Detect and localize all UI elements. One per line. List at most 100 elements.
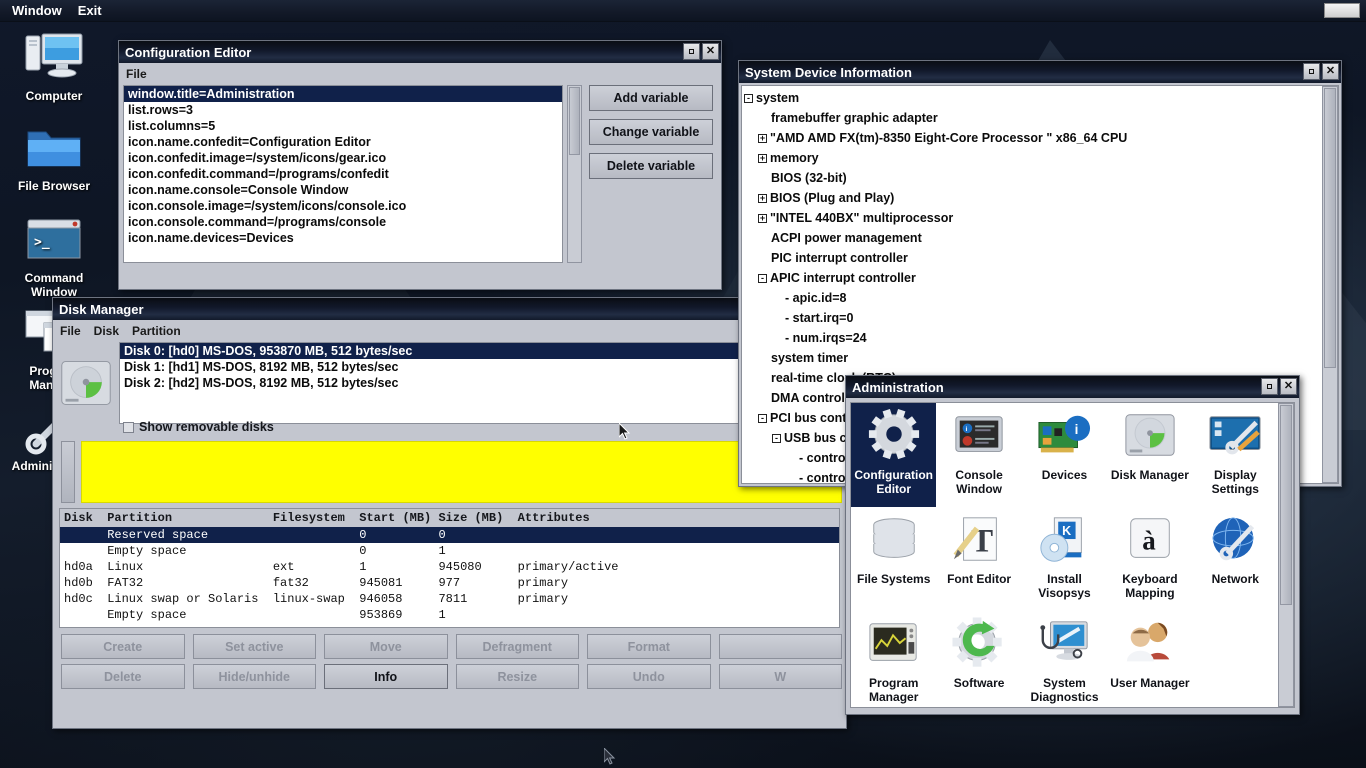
add-variable-button[interactable]: Add variable bbox=[589, 85, 713, 111]
admin-icon-disk-manager[interactable]: Disk Manager bbox=[1107, 403, 1192, 507]
list-item[interactable]: list.rows=3 bbox=[124, 102, 562, 118]
device-tree-row[interactable]: ACPI power management bbox=[744, 228, 1321, 248]
admin-icon-network[interactable]: Network bbox=[1193, 507, 1278, 611]
device-tree-row[interactable]: BIOS (32-bit) bbox=[744, 168, 1321, 188]
defragment-button[interactable]: Defragment bbox=[455, 634, 579, 659]
minimize-button[interactable] bbox=[1303, 63, 1320, 80]
admin-icon-keyboard-mapping[interactable]: à Keyboard Mapping bbox=[1107, 507, 1192, 611]
list-item[interactable]: icon.confedit.image=/system/icons/gear.i… bbox=[124, 150, 562, 166]
expand-toggle-icon[interactable]: + bbox=[758, 213, 767, 223]
create-button[interactable]: Create bbox=[61, 634, 185, 659]
table-row[interactable]: hd0c Linux swap or Solaris linux-swap 94… bbox=[60, 591, 839, 607]
system-device-information-titlebar[interactable]: System Device Information ✕ bbox=[739, 61, 1341, 83]
list-item[interactable]: Disk 2: [hd2] MS-DOS, 8192 MB, 512 bytes… bbox=[120, 375, 841, 391]
collapse-toggle-icon[interactable]: - bbox=[744, 93, 753, 103]
scrollbar-thumb[interactable] bbox=[1324, 88, 1336, 368]
info-button[interactable]: Info bbox=[324, 664, 448, 689]
table-row[interactable]: hd0a Linux ext 1 945080 primary/active bbox=[60, 559, 839, 575]
device-tree-scrollbar[interactable] bbox=[1322, 86, 1338, 483]
list-item[interactable]: icon.console.command=/programs/console bbox=[124, 214, 562, 230]
extra-button-1[interactable] bbox=[718, 634, 842, 659]
administration-titlebar[interactable]: Administration ✕ bbox=[846, 376, 1299, 398]
device-tree-row[interactable]: - APIC interrupt controller bbox=[744, 268, 1321, 288]
table-row[interactable]: Empty space 953869 1 bbox=[60, 607, 839, 623]
variable-list[interactable]: window.title=Administration list.rows=3 … bbox=[123, 85, 563, 263]
desktop-icon-command-window[interactable]: >_ Command Window bbox=[6, 212, 102, 299]
expand-toggle-icon[interactable]: + bbox=[758, 193, 767, 203]
collapse-toggle-icon[interactable]: - bbox=[758, 273, 767, 283]
device-tree-row[interactable]: + "INTEL 440BX" multiprocessor bbox=[744, 208, 1321, 228]
device-tree-row[interactable]: + "AMD AMD FX(tm)-8350 Eight-Core Process… bbox=[744, 128, 1321, 148]
scrollbar-thumb[interactable] bbox=[1280, 405, 1292, 605]
format-button[interactable]: Format bbox=[587, 634, 711, 659]
admin-icon-configuration-editor[interactable]: Configuration Editor bbox=[851, 403, 937, 507]
list-item[interactable]: Disk 0: [hd0] MS-DOS, 953870 MB, 512 byt… bbox=[120, 343, 841, 359]
device-tree-row[interactable]: framebuffer graphic adapter bbox=[744, 108, 1321, 128]
partition-graph-reserved[interactable] bbox=[61, 441, 75, 503]
write-button[interactable]: W bbox=[718, 664, 842, 689]
minimize-button[interactable] bbox=[683, 43, 700, 60]
configuration-editor-titlebar[interactable]: Configuration Editor ✕ bbox=[119, 41, 721, 63]
checkbox-box[interactable] bbox=[123, 421, 134, 433]
menu-partition[interactable]: Partition bbox=[132, 324, 181, 338]
table-row[interactable]: Empty space 0 1 bbox=[60, 543, 839, 559]
show-removable-disks-checkbox[interactable]: Show removable disks bbox=[123, 420, 274, 434]
menu-window[interactable]: Window bbox=[4, 3, 70, 18]
list-item[interactable]: Disk 1: [hd1] MS-DOS, 8192 MB, 512 bytes… bbox=[120, 359, 841, 375]
variable-list-scrollbar[interactable] bbox=[567, 85, 582, 263]
admin-icon-install-visopsys[interactable]: K Install Visopsys bbox=[1022, 507, 1107, 611]
partition-graph-bar[interactable] bbox=[81, 441, 842, 503]
table-row[interactable]: hd0b FAT32 fat32 945081 977 primary bbox=[60, 575, 839, 591]
set-active-button[interactable]: Set active bbox=[192, 634, 316, 659]
list-item[interactable]: icon.name.console=Console Window bbox=[124, 182, 562, 198]
device-tree-row[interactable]: PIC interrupt controller bbox=[744, 248, 1321, 268]
list-item[interactable]: list.columns=5 bbox=[124, 118, 562, 134]
list-item[interactable]: icon.name.confedit=Configuration Editor bbox=[124, 134, 562, 150]
admin-icon-console-window[interactable]: i Console Window bbox=[936, 403, 1021, 507]
table-row[interactable]: Reserved space 0 0 bbox=[60, 527, 839, 543]
taskbar-tile[interactable] bbox=[1324, 3, 1360, 18]
admin-icon-system-diagnostics[interactable]: System Diagnostics bbox=[1022, 611, 1107, 707]
device-tree-row[interactable]: - start.irq=0 bbox=[744, 308, 1321, 328]
device-tree-row[interactable]: + memory bbox=[744, 148, 1321, 168]
minimize-button[interactable] bbox=[1261, 378, 1278, 395]
close-button[interactable]: ✕ bbox=[1322, 63, 1339, 80]
disk-manager-titlebar[interactable]: Disk Manager bbox=[53, 298, 846, 320]
desktop-icon-file-browser[interactable]: File Browser bbox=[6, 120, 102, 193]
list-item[interactable]: icon.confedit.command=/programs/confedit bbox=[124, 166, 562, 182]
admin-icon-file-systems[interactable]: File Systems bbox=[851, 507, 936, 611]
menu-exit[interactable]: Exit bbox=[70, 3, 110, 18]
device-tree-row[interactable]: - apic.id=8 bbox=[744, 288, 1321, 308]
close-button[interactable]: ✕ bbox=[1280, 378, 1297, 395]
scrollbar-thumb[interactable] bbox=[569, 87, 580, 155]
device-tree-row[interactable]: - num.irqs=24 bbox=[744, 328, 1321, 348]
menu-file[interactable]: File bbox=[126, 67, 147, 81]
resize-button[interactable]: Resize bbox=[455, 664, 579, 689]
delete-variable-button[interactable]: Delete variable bbox=[589, 153, 713, 179]
disk-list[interactable]: Disk 0: [hd0] MS-DOS, 953870 MB, 512 byt… bbox=[119, 342, 842, 424]
menu-file[interactable]: File bbox=[60, 324, 81, 338]
admin-icon-devices[interactable]: i Devices bbox=[1022, 403, 1107, 507]
desktop-icon-computer[interactable]: Computer bbox=[6, 30, 102, 103]
list-item[interactable]: icon.name.devices=Devices bbox=[124, 230, 562, 246]
admin-icon-software[interactable]: Software bbox=[936, 611, 1021, 707]
move-button[interactable]: Move bbox=[324, 634, 448, 659]
list-item[interactable]: icon.console.image=/system/icons/console… bbox=[124, 198, 562, 214]
delete-button[interactable]: Delete bbox=[61, 664, 185, 689]
change-variable-button[interactable]: Change variable bbox=[589, 119, 713, 145]
close-button[interactable]: ✕ bbox=[702, 43, 719, 60]
admin-icon-font-editor[interactable]: T Font Editor bbox=[936, 507, 1021, 611]
expand-toggle-icon[interactable]: + bbox=[758, 133, 767, 143]
administration-scrollbar[interactable] bbox=[1278, 403, 1294, 707]
list-item[interactable]: window.title=Administration bbox=[124, 86, 562, 102]
expand-toggle-icon[interactable]: + bbox=[758, 153, 767, 163]
admin-icon-display-settings[interactable]: Display Settings bbox=[1193, 403, 1278, 507]
device-tree-row[interactable]: - system bbox=[744, 88, 1321, 108]
admin-icon-user-manager[interactable]: User Manager bbox=[1107, 611, 1192, 707]
collapse-toggle-icon[interactable]: - bbox=[758, 413, 767, 423]
collapse-toggle-icon[interactable]: - bbox=[772, 433, 781, 443]
admin-icon-program-manager[interactable]: Program Manager bbox=[851, 611, 936, 707]
device-tree-row[interactable]: + BIOS (Plug and Play) bbox=[744, 188, 1321, 208]
menu-disk[interactable]: Disk bbox=[94, 324, 119, 338]
device-tree-row[interactable]: system timer bbox=[744, 348, 1321, 368]
